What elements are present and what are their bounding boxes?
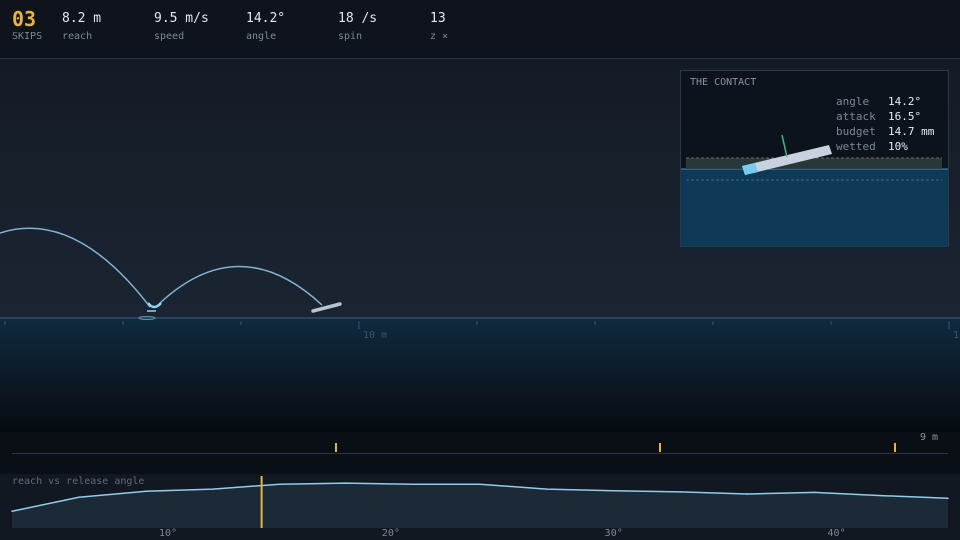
reach-point [679, 491, 682, 493]
inset-normal-vector [781, 134, 788, 158]
reach-label: reach [62, 31, 93, 42]
timeline-skip-marker [894, 443, 896, 452]
timeline-skip-marker [659, 443, 661, 452]
inset-air-gap [686, 158, 942, 169]
reach-angle-chart[interactable]: reach vs release angle 10° 20° 30° 40° [0, 474, 960, 540]
contact-value: 10% [888, 140, 908, 153]
zoom-value[interactable]: 13 [430, 11, 446, 26]
reach-point [813, 491, 816, 494]
spin-label: spin [338, 31, 363, 42]
contact-row-budget: budget 14.7 mm [836, 124, 934, 139]
reach-point [345, 482, 348, 484]
speed-label: speed [154, 31, 185, 42]
reach-point [144, 490, 147, 493]
inset-water [681, 169, 948, 246]
speed-value[interactable]: 9.5 m/s [154, 11, 209, 26]
contact-row-attack: attack 16.5° [836, 109, 934, 124]
skips-value: 03 [12, 7, 37, 31]
contact-readout: angle 14.2° attack 16.5° budget 14.7 mm … [836, 94, 934, 154]
timeline-skip-marker [335, 443, 337, 452]
spin-value[interactable]: 18 /s [338, 11, 377, 26]
contact-value: 14.7 mm [888, 125, 935, 138]
contact-key: wetted [836, 140, 876, 153]
reach-point [211, 488, 214, 490]
contact-row-wetted: wetted 10% [836, 139, 934, 154]
skips-label: SKIPS [12, 31, 43, 42]
x-tick-label: 20° [381, 528, 400, 539]
reach-point [746, 493, 749, 495]
reach-point [11, 510, 13, 513]
x-tick-label: 40° [827, 528, 846, 539]
reach-point [612, 489, 615, 492]
contact-key: budget [836, 125, 876, 138]
contact-title: THE CONTACT [690, 77, 757, 88]
angle-value[interactable]: 14.2° [246, 11, 285, 26]
contact-key: attack [836, 110, 876, 123]
chart-title: reach vs release angle [12, 476, 145, 487]
reach-area [12, 483, 948, 528]
reach-point [479, 483, 481, 486]
water-body [0, 318, 960, 432]
reach-point [278, 483, 281, 486]
bounce-mark [147, 302, 162, 309]
distance-label-end: 1 [953, 330, 959, 341]
reach-point [412, 483, 414, 486]
reach-point [880, 494, 882, 497]
contact-inset: THE CONTACT angle 14.2° attack 16.5° bud… [680, 70, 949, 247]
stone[interactable] [311, 302, 342, 313]
contact-row-angle: angle 14.2° [836, 94, 934, 109]
reach-value: 8.2 m [62, 11, 102, 26]
reach-point [546, 488, 548, 490]
contact-value: 14.2° [888, 95, 922, 108]
distance-label-10m: 10 m [363, 330, 387, 341]
timeline-axis [12, 453, 948, 454]
x-tick-label: 10° [158, 528, 178, 539]
trajectory-arc-1 [0, 227, 151, 308]
reach-point [78, 496, 80, 499]
stats-bar: 03 SKIPS 8.2 m reach 9.5 m/s speed 14.2°… [0, 0, 960, 59]
timeline-end-label: 9 m [919, 432, 938, 443]
reach-point [947, 497, 949, 500]
x-tick-label: 30° [604, 528, 623, 539]
angle-label: angle [246, 31, 277, 42]
skip-timeline[interactable]: 9 m [0, 432, 960, 474]
contact-key: angle [836, 95, 870, 108]
zoom-label: z × [430, 31, 449, 42]
contact-value: 16.5° [888, 110, 922, 123]
trajectory-arc-2 [159, 265, 323, 306]
